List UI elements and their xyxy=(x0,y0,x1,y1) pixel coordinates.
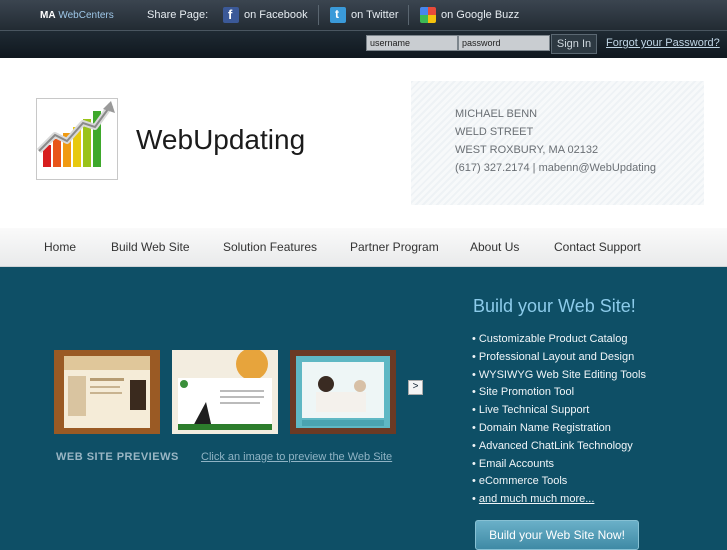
contact-card: MICHAEL BENN WELD STREET WEST ROXBURY, M… xyxy=(411,81,704,205)
preview-image xyxy=(296,356,390,428)
contact-city: WEST ROXBURY, MA 02132 xyxy=(455,144,599,156)
and-much-more-link[interactable]: and much much more... xyxy=(479,493,595,505)
list-item: Site Promotion Tool xyxy=(472,384,646,402)
preview-image xyxy=(64,356,150,428)
list-item: Advanced ChatLink Technology xyxy=(472,438,646,456)
twitter-icon xyxy=(330,7,346,23)
forgot-password-link[interactable]: Forgot your Password? xyxy=(606,37,720,49)
site-logo[interactable] xyxy=(36,98,118,180)
list-item: WYSIWYG Web Site Editing Tools xyxy=(472,367,646,385)
build-now-button[interactable]: Build your Web Site Now! xyxy=(475,520,639,550)
divider xyxy=(408,5,409,25)
list-item: eCommerce Tools xyxy=(472,473,646,491)
nav-item-about-us[interactable]: About Us xyxy=(470,240,519,254)
contact-name: MICHAEL BENN xyxy=(455,108,538,120)
brand-ma: MA xyxy=(40,10,56,21)
divider xyxy=(318,5,319,25)
brand[interactable]: MA WebCenters xyxy=(40,10,114,21)
preview-hint-link[interactable]: Click an image to preview the Web Site xyxy=(201,451,392,463)
nav-item-partner-program[interactable]: Partner Program xyxy=(350,240,439,254)
list-item: Domain Name Registration xyxy=(472,420,646,438)
nav-item-solution-features[interactable]: Solution Features xyxy=(223,240,317,254)
preview-thumbnail[interactable] xyxy=(54,350,160,434)
site-header: WebUpdating MICHAEL BENN WELD STREET WES… xyxy=(0,58,727,228)
next-arrow-button[interactable]: > xyxy=(408,380,423,395)
google-buzz-icon xyxy=(420,7,436,23)
build-title: Build your Web Site! xyxy=(473,296,636,316)
facebook-icon xyxy=(223,7,239,23)
nav-item-build-web-site[interactable]: Build Web Site xyxy=(111,240,190,254)
nav-item-contact-support[interactable]: Contact Support xyxy=(554,240,641,254)
brand-webcenters: WebCenters xyxy=(58,10,114,21)
nav-item-home[interactable]: Home xyxy=(44,240,76,254)
bar-chart-arrow-icon xyxy=(36,101,115,167)
share-facebook-link[interactable]: on Facebook xyxy=(223,6,308,24)
share-googlebuzz-label: on Google Buzz xyxy=(441,9,520,21)
preview-image xyxy=(172,348,278,434)
share-twitter-link[interactable]: on Twitter xyxy=(330,6,399,24)
main-content: > WEB SITE PREVIEWS Click an image to pr… xyxy=(0,267,727,550)
share-page-label: Share Page: xyxy=(147,9,209,21)
preview-thumbnail[interactable] xyxy=(290,350,396,434)
web-site-previews-label: WEB SITE PREVIEWS xyxy=(56,451,179,463)
sign-in-button[interactable]: Sign In xyxy=(551,34,597,54)
contact-phone-email: (617) 327.2174 | mabenn@WebUpdating xyxy=(455,162,656,174)
username-field[interactable] xyxy=(366,35,458,51)
password-field[interactable] xyxy=(458,35,550,51)
share-bar: MA WebCenters Share Page: on Facebook on… xyxy=(0,0,727,30)
list-item: Customizable Product Catalog xyxy=(472,331,646,349)
share-facebook-label: on Facebook xyxy=(244,9,308,21)
contact-street: WELD STREET xyxy=(455,126,534,138)
feature-list: Customizable Product Catalog Professiona… xyxy=(472,331,646,509)
main-nav: Home Build Web Site Solution Features Pa… xyxy=(0,228,727,267)
list-item: Email Accounts xyxy=(472,456,646,474)
list-item: Professional Layout and Design xyxy=(472,349,646,367)
preview-thumbnail[interactable] xyxy=(172,348,278,434)
share-googlebuzz-link[interactable]: on Google Buzz xyxy=(420,6,519,24)
site-name: WebUpdating xyxy=(136,124,306,155)
login-bar: Sign In Forgot your Password? xyxy=(0,30,727,59)
share-twitter-label: on Twitter xyxy=(351,9,399,21)
list-item: Live Technical Support xyxy=(472,402,646,420)
